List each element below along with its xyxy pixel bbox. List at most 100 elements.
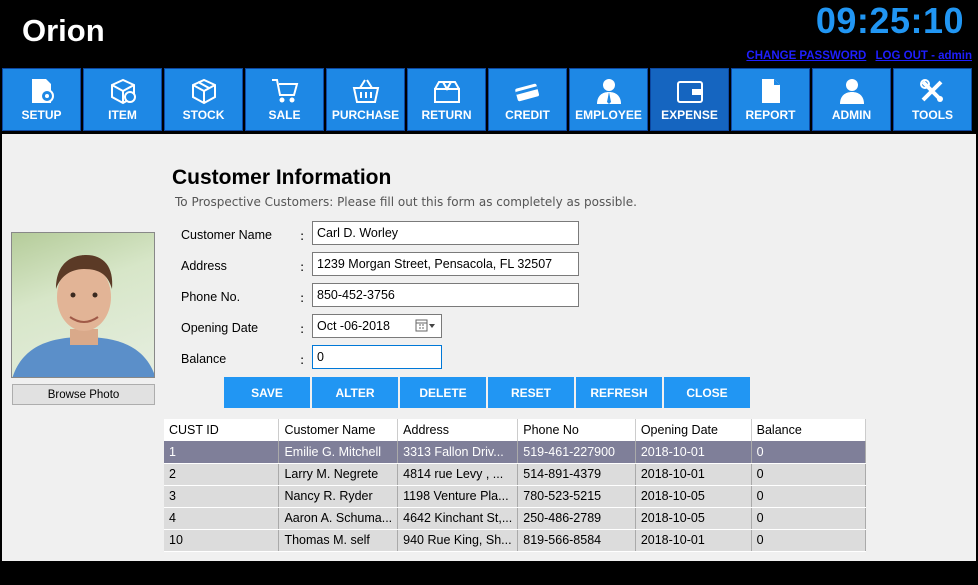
- footer-bar: [0, 561, 978, 585]
- table-row[interactable]: 2 Larry M. Negrete 4814 rue Levy , ... 5…: [164, 463, 867, 486]
- table-cell: 4642 Kinchant St,...: [397, 507, 519, 530]
- colon: :: [300, 259, 305, 274]
- column-header[interactable]: Phone No: [517, 419, 636, 441]
- customer-name-label: Customer Name: [181, 228, 272, 242]
- basket-icon: [352, 79, 379, 103]
- alter-button[interactable]: ALTER: [312, 377, 398, 408]
- report-icon: [761, 79, 780, 103]
- nav-credit[interactable]: CREDIT: [488, 68, 567, 131]
- refresh-button[interactable]: REFRESH: [576, 377, 662, 408]
- nav-sale[interactable]: SALE: [245, 68, 324, 131]
- page-title: Customer Information: [172, 166, 392, 189]
- nav-stock[interactable]: STOCK: [164, 68, 243, 131]
- table-row[interactable]: 3 Nancy R. Ryder 1198 Venture Pla... 780…: [164, 485, 867, 508]
- customer-avatar-image: [12, 255, 154, 377]
- table-cell: 819-566-8584: [517, 529, 636, 552]
- table-cell: 519-461-227900: [517, 441, 636, 464]
- nav-tools[interactable]: TOOLS: [893, 68, 972, 131]
- employee-icon: [596, 79, 621, 104]
- nav-expense[interactable]: EXPENSE: [650, 68, 729, 131]
- tools-icon: [919, 79, 943, 102]
- address-input[interactable]: [312, 252, 579, 276]
- admin-icon: [839, 79, 864, 104]
- stock-icon: [191, 78, 216, 105]
- main-nav: SETUP ITEM STOCK SALE PURCHASE RETURN CR…: [0, 68, 978, 132]
- table-cell: 0: [751, 529, 867, 552]
- header-bar: Orion 09:25:10 CHANGE PASSWORD LOG OUT -…: [0, 0, 978, 68]
- item-icon: [110, 78, 136, 105]
- table-cell: 3313 Fallon Driv...: [397, 441, 519, 464]
- close-button[interactable]: CLOSE: [664, 377, 750, 408]
- column-header[interactable]: CUST ID: [164, 419, 280, 441]
- table-cell: 0: [751, 485, 867, 508]
- table-cell: Aaron A. Schuma...: [278, 507, 399, 530]
- table-header-row: CUST ID Customer Name Address Phone No O…: [164, 419, 867, 441]
- customer-table: CUST ID Customer Name Address Phone No O…: [164, 419, 867, 552]
- table-cell: 940 Rue King, Sh...: [397, 529, 519, 552]
- change-password-link[interactable]: CHANGE PASSWORD: [746, 50, 866, 62]
- table-cell: 514-891-4379: [517, 463, 636, 486]
- credit-card-icon: [514, 83, 539, 102]
- nav-report[interactable]: REPORT: [731, 68, 810, 131]
- cart-icon: [271, 79, 298, 103]
- phone-input[interactable]: [312, 283, 579, 307]
- reset-button[interactable]: RESET: [488, 377, 574, 408]
- colon: :: [300, 321, 305, 336]
- column-header[interactable]: Address: [397, 419, 519, 441]
- save-button[interactable]: SAVE: [224, 377, 310, 408]
- table-cell: 2018-10-05: [635, 485, 752, 508]
- nav-purchase[interactable]: PURCHASE: [326, 68, 405, 131]
- table-cell: Nancy R. Ryder: [278, 485, 399, 508]
- wallet-icon: [676, 81, 703, 103]
- opening-date-label: Opening Date: [181, 321, 259, 335]
- table-cell: 10: [164, 529, 280, 552]
- column-header[interactable]: Customer Name: [278, 419, 399, 441]
- table-cell: Emilie G. Mitchell: [278, 441, 399, 464]
- table-cell: Thomas M. self: [278, 529, 399, 552]
- address-label: Address: [181, 259, 227, 273]
- colon: :: [300, 352, 305, 367]
- table-cell: 2018-10-01: [635, 441, 752, 464]
- app-title: Orion: [22, 13, 105, 48]
- nav-admin[interactable]: ADMIN: [812, 68, 891, 131]
- table-cell: 0: [751, 441, 867, 464]
- table-cell: 2: [164, 463, 280, 486]
- table-cell: 4: [164, 507, 280, 530]
- setup-icon: [31, 79, 54, 103]
- table-cell: 250-486-2789: [517, 507, 636, 530]
- colon: :: [300, 228, 305, 243]
- table-cell: 2018-10-01: [635, 463, 752, 486]
- balance-input[interactable]: [312, 345, 442, 369]
- table-cell: 2018-10-01: [635, 529, 752, 552]
- column-header[interactable]: Opening Date: [635, 419, 752, 441]
- table-cell: 3: [164, 485, 280, 508]
- calendar-dropdown-icon[interactable]: [415, 319, 437, 333]
- nav-return[interactable]: RETURN: [407, 68, 486, 131]
- table-cell: 0: [751, 507, 867, 530]
- customer-name-input[interactable]: [312, 221, 579, 245]
- table-cell: Larry M. Negrete: [278, 463, 399, 486]
- nav-setup[interactable]: SETUP: [2, 68, 81, 131]
- table-cell: 780-523-5215: [517, 485, 636, 508]
- form-subtitle: To Prospective Customers: Please fill ou…: [175, 195, 637, 209]
- table-cell: 1: [164, 441, 280, 464]
- table-row[interactable]: 1 Emilie G. Mitchell 3313 Fallon Driv...…: [164, 441, 867, 464]
- customer-photo: [11, 232, 155, 378]
- browse-photo-button[interactable]: Browse Photo: [12, 384, 155, 405]
- table-cell: 1198 Venture Pla...: [397, 485, 519, 508]
- column-header[interactable]: Balance: [751, 419, 867, 441]
- customer-form-panel: Customer Information To Prospective Cust…: [2, 134, 976, 561]
- opening-date-value: Oct -06-2018: [317, 319, 390, 333]
- table-cell: 4814 rue Levy , ...: [397, 463, 519, 486]
- table-cell: 2018-10-05: [635, 507, 752, 530]
- logout-link[interactable]: LOG OUT - admin: [876, 50, 972, 62]
- table-row[interactable]: 4 Aaron A. Schuma... 4642 Kinchant St,..…: [164, 507, 867, 530]
- opening-date-picker[interactable]: Oct -06-2018: [312, 314, 442, 338]
- table-row[interactable]: 10 Thomas M. self 940 Rue King, Sh... 81…: [164, 529, 867, 552]
- nav-item[interactable]: ITEM: [83, 68, 162, 131]
- delete-button[interactable]: DELETE: [400, 377, 486, 408]
- header-links: CHANGE PASSWORD LOG OUT - admin: [740, 50, 972, 62]
- phone-label: Phone No.: [181, 290, 241, 304]
- nav-employee[interactable]: EMPLOYEE: [569, 68, 648, 131]
- return-icon: [433, 81, 460, 103]
